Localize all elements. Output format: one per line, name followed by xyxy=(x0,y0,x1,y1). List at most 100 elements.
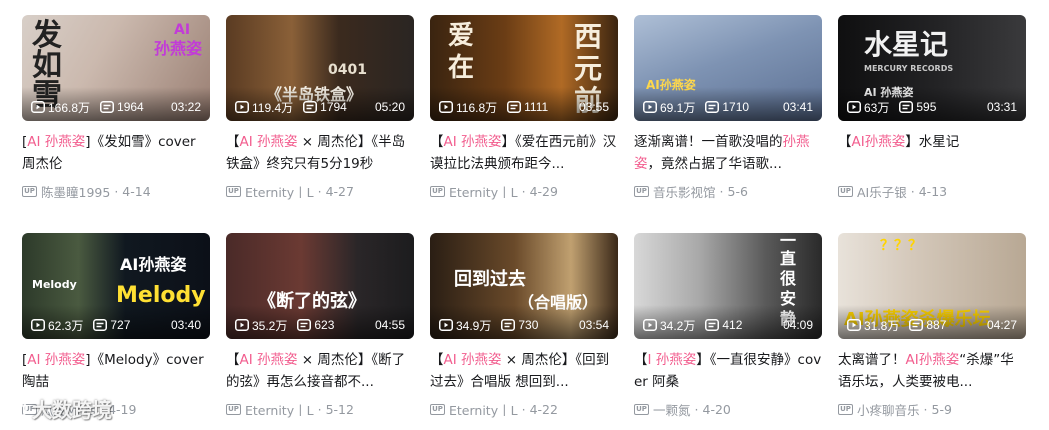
meta-separator: · xyxy=(694,402,699,417)
title-highlight: AI 孙燕姿 xyxy=(443,352,502,368)
danmaku-count-icon xyxy=(100,101,115,113)
video-title[interactable]: 【AI 孙燕姿 × 周杰伦】《断了的弦》再怎么接音都不... xyxy=(226,349,414,393)
view-count-value: 119.4万 xyxy=(252,100,294,115)
video-title[interactable]: 【AI 孙燕姿 × 周杰伦】《回到过去》合唱版 想回到... xyxy=(430,349,618,393)
title-text: 】水星记 xyxy=(905,134,960,150)
uploader-info[interactable]: UP Eternity丨L · 4-29 xyxy=(430,182,618,201)
thumbnail-caption: 水星记 xyxy=(864,28,949,61)
video-thumbnail[interactable]: 《断了的弦》 35.2万 623 04:55 xyxy=(226,233,414,339)
video-card[interactable]: 发如雪AI孙燕姿166.8万196403:22[AI 孙燕姿]《发如雪》cove… xyxy=(22,15,210,233)
play-count-icon xyxy=(643,319,657,331)
up-icon: UP xyxy=(430,186,445,197)
view-count-value: 31.8万 xyxy=(864,318,900,333)
publish-date: 5-12 xyxy=(325,402,354,417)
uploader-info[interactable]: UP 音乐影视馆 · 5-6 xyxy=(634,182,822,201)
danmaku-count-value: 1710 xyxy=(722,100,750,114)
uploader-info[interactable]: UP 一颗氮 · 4-20 xyxy=(634,400,822,419)
video-duration: 03:55 xyxy=(578,100,609,114)
uploader-info[interactable]: UP 小疼聊音乐 · 5-9 xyxy=(838,400,1026,419)
video-card[interactable]: 回到过去 （合唱版） 34.9万 730 03:54 【AI 孙燕姿 × 周杰伦】《回到过… xyxy=(430,233,618,430)
video-thumbnail[interactable]: ？？？AI孙燕姿杀爆乐坛31.8万88704:27 xyxy=(838,233,1026,339)
video-thumbnail[interactable]: AI孙燕姿 69.1万 1710 03:41 xyxy=(634,15,822,121)
title-text: 逐渐离谱！一首歌没唱的 xyxy=(634,134,783,150)
video-card[interactable]: 0401《半岛铁盒》119.4万179405:20【AI 孙燕姿 × 周杰伦】《… xyxy=(226,15,414,233)
publish-date: 4-20 xyxy=(702,402,731,417)
title-text: 【 xyxy=(634,352,648,368)
uploader-info[interactable]: UP 陈墨瞳1995 · 4-14 xyxy=(22,182,210,201)
play-count-icon xyxy=(31,101,45,113)
video-duration: 04:55 xyxy=(374,318,405,332)
video-card[interactable]: 一直很安静34.2万41204:09 【I 孙燕姿】《一直很安静》cover 阿桑… xyxy=(634,233,822,430)
video-card[interactable]: 水星记MERCURY RECORDSAI 孙燕姿63万59503:31 【AI孙燕… xyxy=(838,15,1026,233)
danmaku-count-icon xyxy=(899,101,914,113)
danmaku-count: 412 xyxy=(705,318,742,332)
danmaku-count-icon xyxy=(705,101,720,113)
video-stats: 116.8万 1111 03:55 xyxy=(439,99,609,115)
danmaku-count-icon xyxy=(303,101,318,113)
title-highlight: AI孙燕姿 xyxy=(851,134,906,150)
video-thumbnail[interactable]: 回到过去 （合唱版） 34.9万 730 03:54 xyxy=(430,233,618,339)
thumbnail-caption: 孙燕姿 xyxy=(154,39,203,58)
video-title[interactable]: 【AI孙燕姿】水星记 xyxy=(838,131,1026,175)
up-icon: UP xyxy=(226,186,241,197)
danmaku-count: 1710 xyxy=(705,100,749,114)
up-icon: UP xyxy=(838,404,853,415)
uploader-info[interactable]: UP AI乐子银 · 4-13 xyxy=(838,182,1026,201)
video-stats: 34.9万 730 03:54 xyxy=(439,317,609,333)
uploader-name: AI乐子银 xyxy=(857,185,907,200)
video-card[interactable]: 爱在西元前116.8万111103:55 【AI 孙燕姿】《爱在西元前》汉谟拉比法… xyxy=(430,15,618,233)
video-title[interactable]: 逐渐离谱！一首歌没唱的孙燕姿，竟然占据了华语歌... xyxy=(634,131,822,175)
danmaku-count-icon xyxy=(507,101,522,113)
video-thumbnail[interactable]: 爱在西元前116.8万111103:55 xyxy=(430,15,618,121)
publish-date: 4-29 xyxy=(529,184,558,199)
view-count: 35.2万 xyxy=(235,317,287,334)
uploader-info[interactable]: UP Eternity丨L · 4-27 xyxy=(226,182,414,201)
video-thumbnail[interactable]: 发如雪AI孙燕姿166.8万196403:22 xyxy=(22,15,210,121)
thumbnail-caption: Melody xyxy=(32,278,77,291)
view-count: 116.8万 xyxy=(439,99,497,116)
meta-separator: · xyxy=(317,184,322,199)
uploader-name: 一颗氮 xyxy=(653,403,691,418)
video-thumbnail[interactable]: 水星记MERCURY RECORDSAI 孙燕姿63万59503:31 xyxy=(838,15,1026,121)
uploader-name: Eternity丨L xyxy=(449,185,518,200)
uploader-info[interactable]: UP Eternity丨L · 4-22 xyxy=(430,400,618,419)
danmaku-count-value: 887 xyxy=(926,318,947,332)
danmaku-count-value: 730 xyxy=(518,318,539,332)
view-count-value: 166.8万 xyxy=(48,100,91,115)
view-count-value: 62.3万 xyxy=(48,318,84,333)
video-thumbnail[interactable]: Melody AI孙燕姿 Melody 62.3万 727 03:40 xyxy=(22,233,210,339)
video-title[interactable]: [AI 孙燕姿]《Melody》cover 陶喆 xyxy=(22,349,210,393)
video-card[interactable]: 《断了的弦》 35.2万 623 04:55 【AI 孙燕姿 × 周杰伦】《断了的弦》再… xyxy=(226,233,414,430)
play-count-icon xyxy=(847,101,861,113)
title-highlight: AI 孙燕姿 xyxy=(443,134,502,150)
video-title[interactable]: 【AI 孙燕姿】《爱在西元前》汉谟拉比法典颁布距今... xyxy=(430,131,618,175)
meta-separator: · xyxy=(521,184,526,199)
video-thumbnail[interactable]: 一直很安静34.2万41204:09 xyxy=(634,233,822,339)
thumbnail-caption: 发 xyxy=(32,18,62,53)
video-duration: 03:40 xyxy=(170,318,201,332)
danmaku-count: 1964 xyxy=(100,100,144,114)
uploader-name: 小疼聊音乐 xyxy=(857,403,920,418)
danmaku-count: 1794 xyxy=(303,100,347,114)
title-highlight: AI 孙燕姿 xyxy=(27,134,86,150)
video-thumbnail[interactable]: 0401《半岛铁盒》119.4万179405:20 xyxy=(226,15,414,121)
view-count: 63万 xyxy=(847,99,889,116)
play-count-icon xyxy=(31,319,45,331)
uploader-info[interactable]: UP Eternity丨L · 5-12 xyxy=(226,400,414,419)
thumbnail-caption: 如 xyxy=(32,48,62,83)
play-count-icon xyxy=(439,319,453,331)
danmaku-count-icon xyxy=(705,319,720,331)
video-card[interactable]: AI孙燕姿 69.1万 1710 03:41 逐渐离谱！一首歌没唱的孙燕姿，竟然占据了华… xyxy=(634,15,822,233)
video-grid: 发如雪AI孙燕姿166.8万196403:22[AI 孙燕姿]《发如雪》cove… xyxy=(22,15,1026,430)
video-card[interactable]: ？？？AI孙燕姿杀爆乐坛31.8万88704:27太离谱了！AI孙燕姿“杀爆”华… xyxy=(838,233,1026,430)
thumbnail-caption: 爱 xyxy=(448,21,475,51)
video-title[interactable]: 【AI 孙燕姿 × 周杰伦】《半岛铁盒》终究只有5分19秒 xyxy=(226,131,414,175)
video-title[interactable]: 太离谱了！AI孙燕姿“杀爆”华语乐坛，人类要被电... xyxy=(838,349,1026,393)
publish-date: 5-9 xyxy=(931,402,952,417)
video-stats: 62.3万 727 03:40 xyxy=(31,317,201,333)
video-duration: 05:20 xyxy=(374,100,405,114)
video-title[interactable]: 【I 孙燕姿】《一直很安静》cover 阿桑 xyxy=(634,349,822,393)
danmaku-count: 887 xyxy=(909,318,946,332)
meta-separator: · xyxy=(719,184,724,199)
video-title[interactable]: [AI 孙燕姿]《发如雪》cover 周杰伦 xyxy=(22,131,210,175)
